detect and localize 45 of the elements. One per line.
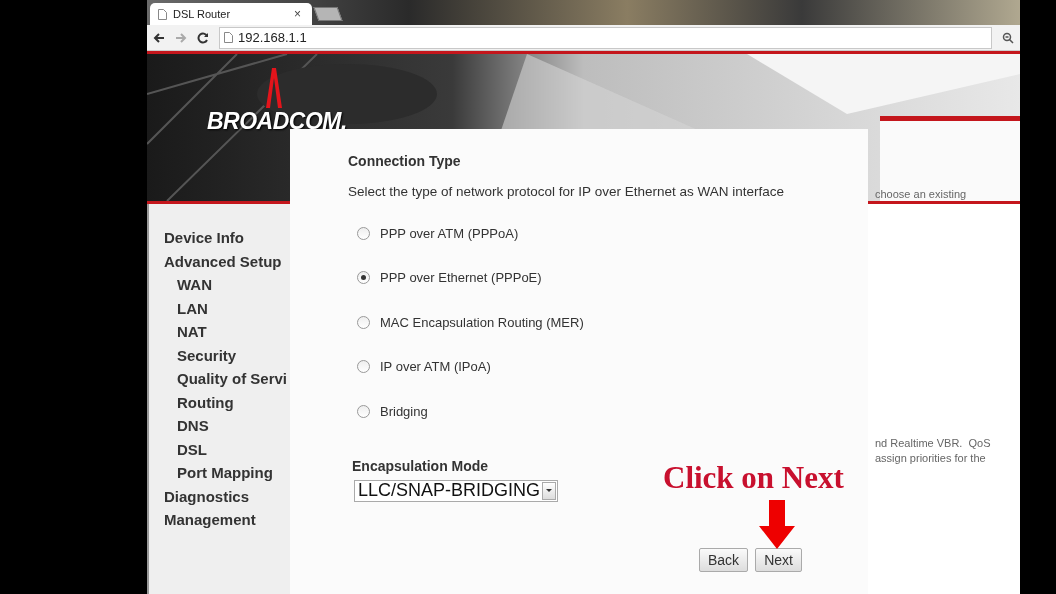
radio-button[interactable] [357, 271, 370, 285]
radio-button[interactable] [357, 360, 370, 374]
section-title: Connection Type [348, 153, 462, 169]
browser-tab[interactable]: DSL Router × [150, 3, 312, 25]
option-label: PPP over Ethernet (PPPoE) [380, 270, 542, 286]
option-label: Bridging [380, 403, 428, 419]
description-text: Select the type of network protocol for IP over Ethernet as WAN interface [348, 184, 785, 199]
option-label: PPP over ATM (PPPoA) [380, 225, 519, 241]
radio-button[interactable] [357, 315, 370, 329]
submenu-item[interactable]: LAN [177, 296, 290, 320]
field-label: Encapsulation Mode [352, 457, 490, 474]
close-tab-button[interactable]: × [291, 7, 304, 21]
dropdown-arrow-icon [546, 489, 553, 492]
menu-item[interactable]: Diagnostics [164, 484, 290, 508]
background-text: choose an existing [875, 188, 968, 200]
dropdown-field[interactable]: LLC/SNAP-BRIDGING [354, 479, 559, 502]
page-icon [224, 32, 233, 43]
wizard-button[interactable]: Back [699, 547, 749, 572]
option-label: MAC Encapsulation Routing (MER) [380, 314, 584, 330]
menu-item[interactable]: Management [164, 508, 290, 532]
submenu-item[interactable]: DSL [177, 437, 290, 461]
annotation-text: Click on Next [663, 460, 844, 496]
zoom-icon[interactable] [1002, 31, 1014, 44]
page-icon [158, 8, 167, 20]
address-bar[interactable]: 192.168.1.1 [219, 26, 992, 49]
wizard-button[interactable]: Next [755, 547, 802, 572]
submenu-item[interactable]: Port Mapping [177, 461, 290, 485]
reload-icon[interactable] [197, 31, 209, 44]
new-tab-button[interactable] [313, 7, 343, 21]
background-text: nd Realtime VBR. QoS assign priorities for the [875, 436, 992, 466]
submenu-item[interactable]: DNS [177, 414, 290, 438]
back-icon[interactable] [153, 31, 165, 44]
submenu-item[interactable]: NAT [177, 320, 290, 344]
brand-logo: BROADCOM. [207, 108, 347, 135]
submenu-item[interactable]: Security [177, 343, 290, 367]
submenu-item[interactable]: Quality of Servi [177, 367, 290, 391]
menu-item[interactable]: Advanced Setup [164, 249, 290, 273]
down-arrow-icon [759, 500, 795, 549]
submenu-item[interactable]: Routing [177, 390, 290, 414]
option-label: IP over ATM (IPoA) [380, 359, 491, 375]
radio-button[interactable] [357, 226, 370, 240]
logo-mark-icon [263, 66, 285, 108]
radio-button[interactable] [357, 404, 370, 418]
submenu-item[interactable]: WAN [177, 273, 290, 297]
menu-item[interactable]: Device Info [164, 226, 290, 250]
